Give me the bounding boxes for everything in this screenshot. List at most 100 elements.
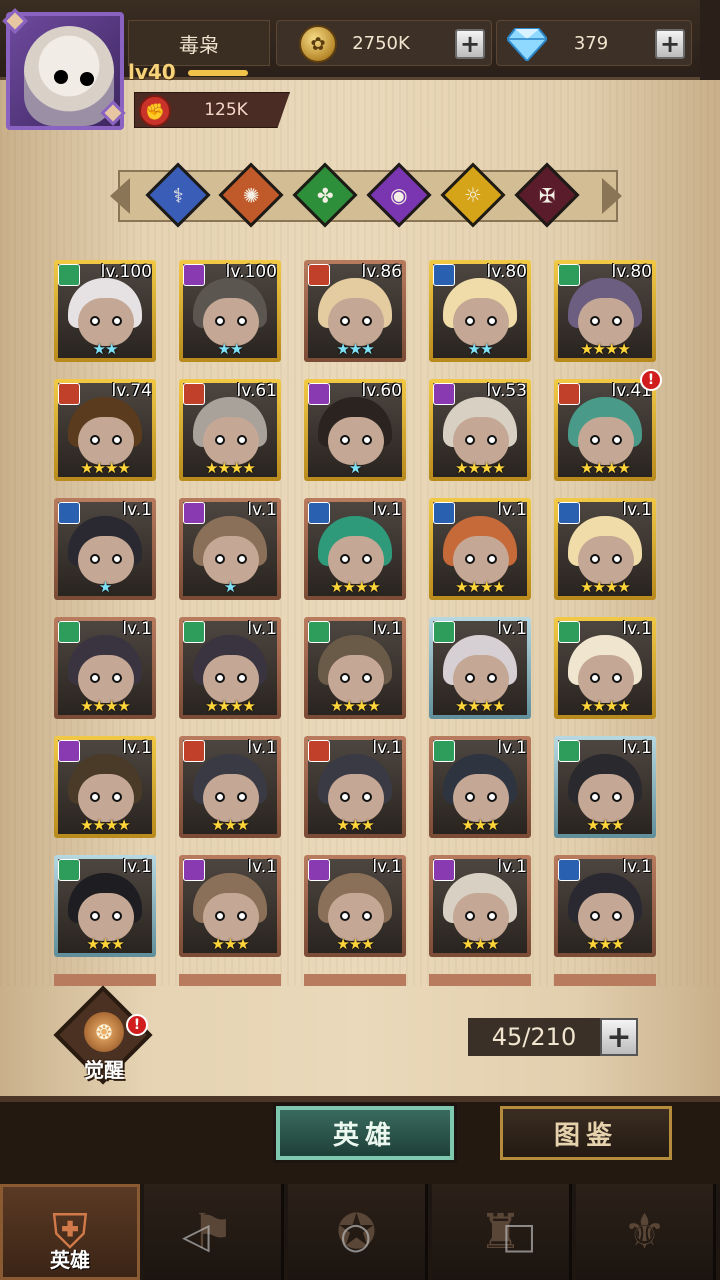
hero-eye	[340, 554, 350, 564]
hero-eye	[112, 673, 122, 683]
hero-card-partial[interactable]	[304, 974, 406, 986]
hero-eye	[612, 435, 622, 445]
hero-card[interactable]: lv.60 ★	[304, 379, 406, 481]
hero-eye	[237, 673, 247, 683]
hero-stars: ★★★★	[80, 816, 131, 834]
hero-stars: ★★★	[336, 935, 374, 953]
tab-heroes[interactable]: 英雄	[276, 1106, 454, 1160]
hero-face	[203, 298, 259, 346]
hero-card[interactable]: lv.80 ★★	[429, 260, 531, 362]
hero-face	[578, 536, 634, 584]
hero-card[interactable]: lv.1 ★★★★	[54, 736, 156, 838]
hero-card[interactable]: lv.1 ★★★★	[304, 617, 406, 719]
expand-capacity-button[interactable]: +	[600, 1018, 638, 1056]
hero-level: lv.61	[236, 381, 278, 401]
hero-card[interactable]: lv.1 ★★★★	[429, 617, 531, 719]
hero-card[interactable]: lv.1 ★★★★	[179, 617, 281, 719]
hero-eye	[362, 554, 372, 564]
hero-card[interactable]: lv.86 ★★★	[304, 260, 406, 362]
hero-card[interactable]: lv.80 ★★★★	[554, 260, 656, 362]
hero-stars: ★	[98, 578, 112, 596]
hero-eye	[215, 792, 225, 802]
hero-card[interactable]: lv.100 ★★	[179, 260, 281, 362]
hero-level: lv.1	[372, 738, 402, 758]
system-back-icon[interactable]: ◁	[182, 1216, 210, 1257]
hero-eye	[237, 911, 247, 921]
hero-card[interactable]: lv.1 ★★★★	[554, 498, 656, 600]
hero-card[interactable]: lv.74 ★★★★	[54, 379, 156, 481]
hero-stars: ★★★	[211, 935, 249, 953]
hero-level: lv.1	[622, 619, 652, 639]
hero-card-partial[interactable]	[54, 974, 156, 986]
filter-right-arrow-icon[interactable]	[602, 178, 622, 214]
hero-card[interactable]: lv.1 ★★★	[554, 855, 656, 957]
hero-eye	[215, 911, 225, 921]
hero-card[interactable]: lv.1 ★★★	[429, 855, 531, 957]
hero-eye	[237, 435, 247, 445]
hero-level: lv.100	[225, 262, 277, 282]
hero-eye	[90, 673, 100, 683]
nav-helmet[interactable]: ⛨ 英雄	[0, 1184, 140, 1280]
sun-icon: ✺	[242, 182, 260, 207]
hero-face	[78, 655, 134, 703]
filter-left-arrow-icon[interactable]	[110, 178, 130, 214]
hero-eye	[487, 554, 497, 564]
hero-face	[578, 655, 634, 703]
hero-level: lv.1	[247, 619, 277, 639]
hero-card-partial[interactable]	[429, 974, 531, 986]
hero-class-icon	[58, 502, 80, 524]
hero-class-icon	[183, 740, 205, 762]
hero-class-icon	[308, 502, 330, 524]
hero-card[interactable]: lv.1 ★★★	[54, 855, 156, 957]
hero-card[interactable]: lv.1 ★★★★	[554, 617, 656, 719]
eye-icon: ◉	[390, 182, 408, 207]
hero-card[interactable]: lv.41 ★★★★	[554, 379, 656, 481]
hero-card[interactable]: lv.1 ★★★	[179, 855, 281, 957]
hero-eye	[487, 792, 497, 802]
hero-card[interactable]: lv.100 ★★	[54, 260, 156, 362]
hero-card[interactable]: lv.1 ★★★★	[304, 498, 406, 600]
gold-amount: 2750K	[352, 32, 410, 54]
combat-power: ✊ 125K	[134, 92, 290, 128]
player-level: lv40	[128, 60, 176, 84]
hero-stars: ★★★★	[580, 697, 631, 715]
hero-card[interactable]: lv.61 ★★★★	[179, 379, 281, 481]
hero-card[interactable]: lv.1 ★★★	[304, 736, 406, 838]
hero-eye	[612, 316, 622, 326]
add-gold-button[interactable]: +	[455, 29, 485, 59]
hero-card[interactable]: lv.1 ★	[179, 498, 281, 600]
add-diamonds-button[interactable]: +	[655, 29, 685, 59]
hero-card[interactable]: lv.1 ★★★★	[429, 498, 531, 600]
hero-level: lv.80	[486, 262, 528, 282]
hero-face	[453, 655, 509, 703]
system-home-icon[interactable]: ○	[340, 1216, 371, 1257]
hero-face	[453, 298, 509, 346]
hero-eye	[487, 435, 497, 445]
hero-card-partial[interactable]	[179, 974, 281, 986]
hero-card[interactable]: lv.1 ★★★	[554, 736, 656, 838]
hero-card[interactable]: lv.1 ★★★	[304, 855, 406, 957]
hero-card[interactable]: lv.1 ★★★	[429, 736, 531, 838]
hero-stars: ★★★★	[455, 697, 506, 715]
hero-card-partial[interactable]	[554, 974, 656, 986]
hero-card[interactable]: lv.1 ★	[54, 498, 156, 600]
nav-label: 英雄	[50, 1248, 90, 1272]
hero-card[interactable]: lv.53 ★★★★	[429, 379, 531, 481]
hero-card[interactable]: lv.1 ★★★	[179, 736, 281, 838]
hero-level: lv.74	[111, 381, 153, 401]
system-recents-icon[interactable]: □	[502, 1216, 536, 1257]
nav-handshake-emblem[interactable]: ⚜	[576, 1184, 716, 1280]
awaken-flame-icon: ❂	[84, 1012, 124, 1052]
hero-eye	[215, 435, 225, 445]
hero-card[interactable]: lv.1 ★★★★	[54, 617, 156, 719]
hero-class-icon	[433, 740, 455, 762]
hero-stars: ★★★★	[80, 459, 131, 477]
hero-stars: ★★★★	[580, 578, 631, 596]
handshake-emblem-icon: ⚜	[622, 1204, 667, 1260]
nav-banner[interactable]: ⚑	[144, 1184, 284, 1280]
hero-face	[78, 417, 134, 465]
hero-eye	[487, 911, 497, 921]
tab-codex[interactable]: 图鉴	[500, 1106, 672, 1160]
hero-eye	[90, 316, 100, 326]
hero-stars: ★★★★	[330, 578, 381, 596]
